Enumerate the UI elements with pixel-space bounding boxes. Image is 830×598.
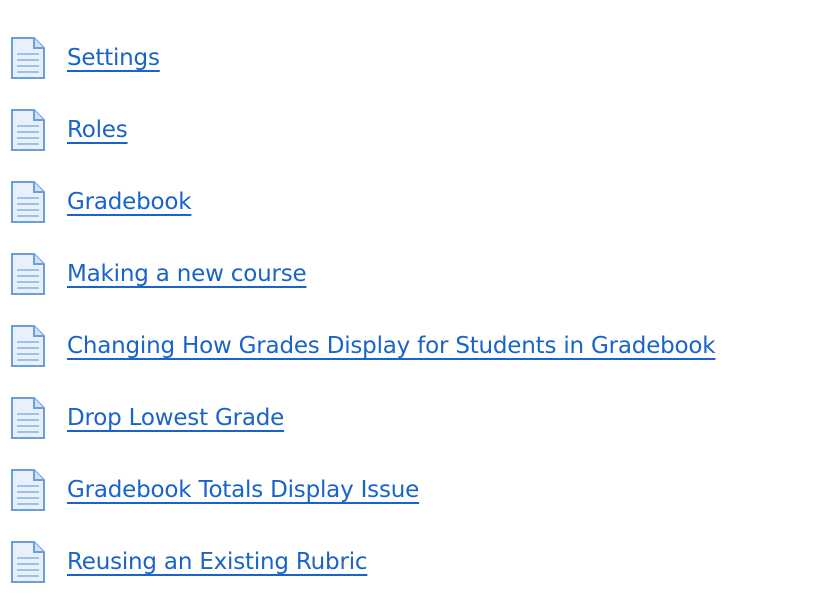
list-item: Gradebook <box>10 166 715 238</box>
page-link-settings[interactable]: Settings <box>67 45 160 71</box>
page-icon <box>11 469 45 511</box>
list-item: Making a new course <box>10 238 715 310</box>
page-link-gradebook[interactable]: Gradebook <box>67 189 192 215</box>
page-icon <box>11 253 45 295</box>
page-list: Settings Roles Gradebook Making a new co… <box>10 22 716 598</box>
page-icon <box>11 397 45 439</box>
page-link-reusing-existing-rubric[interactable]: Reusing an Existing Rubric <box>67 549 368 575</box>
page-link-roles[interactable]: Roles <box>67 117 128 143</box>
list-item: Gradebook Totals Display Issue <box>10 454 715 526</box>
page-link-drop-lowest-grade[interactable]: Drop Lowest Grade <box>67 405 284 431</box>
page-icon <box>11 37 45 79</box>
page-icon <box>11 325 45 367</box>
page-link-gradebook-totals-display-issue[interactable]: Gradebook Totals Display Issue <box>67 477 419 503</box>
list-item: Reusing an Existing Rubric <box>10 526 715 598</box>
list-item: Roles <box>10 94 715 166</box>
list-item: Settings <box>10 22 715 94</box>
page-link-changing-grades-display[interactable]: Changing How Grades Display for Students… <box>67 333 716 359</box>
list-item: Changing How Grades Display for Students… <box>10 310 716 382</box>
page-icon <box>11 181 45 223</box>
page-link-making-a-new-course[interactable]: Making a new course <box>67 261 307 287</box>
list-item: Drop Lowest Grade <box>10 382 715 454</box>
page-icon <box>11 109 45 151</box>
page-icon <box>11 541 45 583</box>
